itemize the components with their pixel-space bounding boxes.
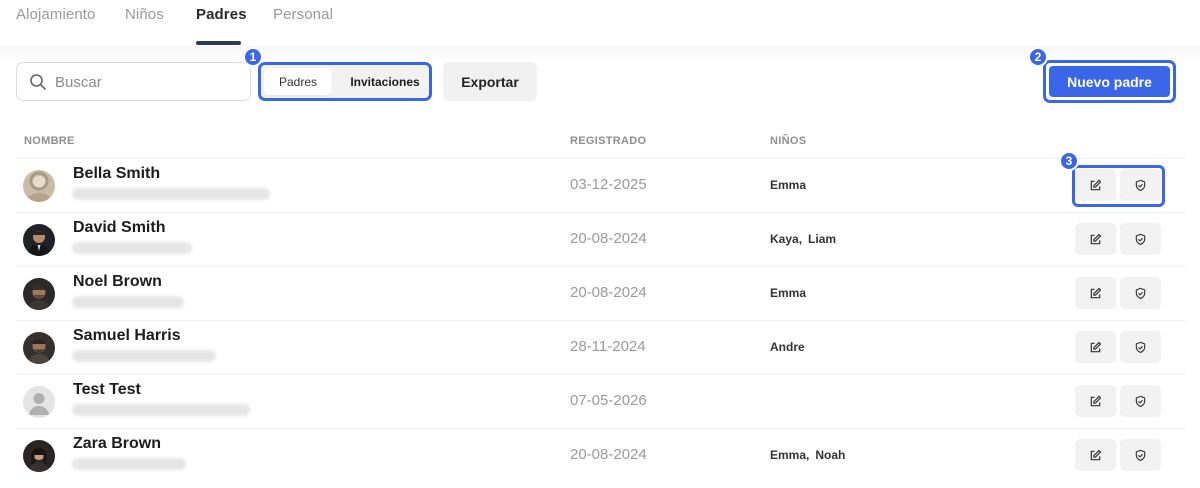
- annotation-badge-1: 1: [243, 47, 263, 67]
- row-divider: [16, 320, 1186, 321]
- column-header-name[interactable]: NOMBRE: [24, 135, 75, 147]
- children-list: Kaya, Liam: [770, 232, 836, 246]
- shield-icon: [1135, 395, 1146, 407]
- child-name: Andre: [770, 340, 805, 354]
- edit-button[interactable]: [1075, 385, 1116, 417]
- child-name: Emma: [770, 448, 807, 462]
- email-redacted: [72, 404, 250, 416]
- email-redacted: [72, 350, 216, 362]
- search-box[interactable]: [16, 62, 251, 101]
- edit-button[interactable]: [1075, 439, 1116, 471]
- row-divider: [16, 374, 1186, 375]
- email-redacted: [72, 458, 186, 470]
- annotation-badge-3: 3: [1059, 151, 1079, 171]
- email-redacted: [72, 242, 192, 254]
- children-list: Emma, Noah: [770, 448, 845, 462]
- table-row[interactable]: Test Test 07-05-2026: [16, 374, 1186, 428]
- table-row[interactable]: David Smith 20-08-2024 Kaya, Liam: [16, 212, 1186, 266]
- edit-icon: [1090, 233, 1102, 244]
- row-divider: [16, 212, 1186, 213]
- segment-padres[interactable]: Padres: [264, 68, 332, 95]
- tab-padres[interactable]: Padres: [196, 6, 247, 23]
- children-separator: ,: [798, 232, 803, 246]
- edit-button[interactable]: [1075, 223, 1116, 255]
- annotation-badge-2: 2: [1028, 47, 1048, 67]
- export-button[interactable]: Exportar: [443, 62, 537, 101]
- view-segmented-control: Padres Invitaciones: [258, 62, 432, 101]
- row-divider: [16, 428, 1186, 429]
- table-row[interactable]: Bella Smith 03-12-2025 Emma: [16, 158, 1186, 212]
- permissions-button[interactable]: [1120, 385, 1161, 417]
- shield-icon: [1135, 287, 1146, 299]
- shield-icon: [1135, 449, 1146, 461]
- avatar: [23, 278, 55, 310]
- tab-personal[interactable]: Personal: [273, 6, 333, 23]
- parent-name: Zara Brown: [73, 435, 162, 452]
- registered-date: 28-11-2024: [570, 338, 646, 355]
- parent-name: Noel Brown: [73, 273, 162, 290]
- child-name: Emma: [770, 286, 807, 300]
- registered-date: 20-08-2024: [570, 284, 647, 301]
- children-list: Andre: [770, 340, 805, 354]
- avatar: [23, 332, 55, 364]
- registered-date: 20-08-2024: [570, 230, 647, 247]
- search-icon: [30, 74, 46, 90]
- shield-icon: [1135, 341, 1146, 353]
- children-separator: ,: [806, 448, 810, 462]
- tab-ninos[interactable]: Niños: [125, 6, 164, 23]
- row-actions-highlight: [1072, 165, 1165, 207]
- edit-icon: [1090, 287, 1102, 298]
- parent-name: Test Test: [73, 381, 141, 398]
- new-parent-button[interactable]: Nuevo padre: [1049, 66, 1170, 97]
- parent-name: Samuel Harris: [73, 327, 181, 344]
- permissions-button[interactable]: [1120, 439, 1161, 471]
- user-placeholder-icon: [23, 386, 55, 418]
- tab-bar: Alojamiento Niños Padres Personal: [0, 0, 1200, 46]
- child-name: Kaya: [770, 232, 799, 246]
- edit-button[interactable]: [1075, 277, 1116, 309]
- column-header-registered[interactable]: REGISTRADO: [570, 135, 646, 147]
- permissions-button[interactable]: [1120, 331, 1161, 363]
- parent-name: David Smith: [73, 219, 166, 236]
- new-parent-highlight: Nuevo padre: [1043, 60, 1176, 103]
- email-redacted: [72, 188, 270, 200]
- table-row[interactable]: Zara Brown 20-08-2024 Emma, Noah: [16, 428, 1186, 482]
- children-list: Emma: [770, 178, 806, 192]
- column-header-children: NIÑOS: [770, 135, 807, 147]
- active-tab-indicator: [196, 41, 241, 45]
- shield-icon: [1135, 233, 1146, 245]
- avatar: [23, 440, 55, 472]
- row-divider: [16, 266, 1186, 267]
- permissions-button[interactable]: [1120, 277, 1161, 309]
- child-name: Liam: [808, 232, 837, 246]
- table-row[interactable]: Noel Brown 20-08-2024 Emma: [16, 266, 1186, 320]
- email-redacted: [72, 296, 184, 308]
- avatar: [23, 170, 55, 202]
- segment-invitaciones[interactable]: Invitaciones: [341, 68, 429, 95]
- edit-button[interactable]: [1075, 331, 1116, 363]
- search-input[interactable]: [55, 71, 240, 93]
- row-divider: [16, 158, 1186, 159]
- children-list: Emma: [770, 286, 806, 300]
- avatar: [23, 224, 55, 256]
- tab-bar-divider: [0, 46, 1200, 62]
- table-row[interactable]: Samuel Harris 28-11-2024 Andre: [16, 320, 1186, 374]
- registered-date: 03-12-2025: [570, 176, 647, 193]
- registered-date: 20-08-2024: [570, 446, 647, 463]
- avatar: [23, 386, 55, 418]
- permissions-button[interactable]: [1120, 223, 1161, 255]
- edit-icon: [1090, 449, 1102, 460]
- edit-icon: [1090, 341, 1102, 352]
- registered-date: 07-05-2026: [570, 392, 647, 409]
- parent-name: Bella Smith: [73, 165, 161, 182]
- child-name: Emma: [770, 178, 807, 192]
- tab-alojamiento[interactable]: Alojamiento: [16, 6, 95, 23]
- child-name: Noah: [815, 448, 846, 462]
- edit-icon: [1090, 395, 1102, 406]
